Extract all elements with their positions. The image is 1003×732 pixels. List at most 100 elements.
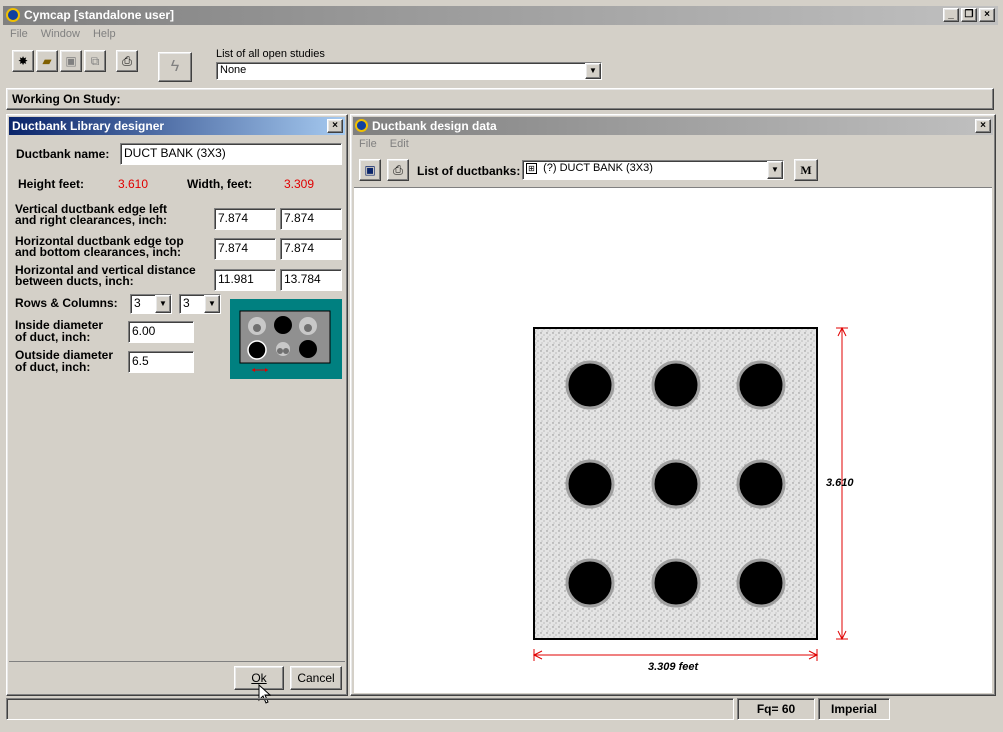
app-title: Cymcap [standalone user]: [24, 8, 175, 22]
floppy-save-icon: ▣: [364, 163, 376, 177]
working-on-bar: Working On Study:: [6, 88, 994, 110]
chevron-down-icon[interactable]: ▼: [204, 295, 220, 313]
cancel-button[interactable]: Cancel: [290, 666, 342, 690]
studies-dropdown-value: None: [220, 64, 247, 76]
duct-distance-v-field[interactable]: 13.784: [280, 269, 342, 291]
vert-clearance-left-value: 7.874: [218, 211, 249, 225]
design-save-button[interactable]: ▣: [359, 159, 381, 181]
ok-button-label: Ok: [251, 671, 267, 685]
duct-distance-h-value: 11.981: [218, 272, 254, 286]
duct: [651, 360, 701, 410]
status-empty-pane: [6, 698, 734, 720]
app-menubar: File Window Help: [10, 28, 126, 40]
units-status: Imperial: [818, 698, 890, 720]
close-button[interactable]: ×: [979, 8, 995, 22]
library-close-button[interactable]: ×: [327, 119, 343, 133]
minimize-button[interactable]: _: [943, 8, 959, 22]
print-button[interactable]: ⎙: [116, 50, 138, 72]
design-menu-edit[interactable]: Edit: [390, 138, 409, 150]
inside-diameter-field[interactable]: 6.00: [128, 321, 194, 343]
design-window: Ductbank design data × File Edit ▣ ⎙ Lis…: [350, 114, 996, 696]
duct-grid: [565, 360, 786, 608]
duct: [736, 558, 786, 608]
design-title: Ductbank design data: [372, 119, 497, 133]
app-logo-icon: [6, 8, 20, 22]
horiz-clearance-top-field[interactable]: 7.874: [214, 238, 276, 260]
ductbank-name-value: DUCT BANK (3X3): [124, 146, 226, 160]
printer-icon: ⎙: [393, 163, 403, 177]
ductbank-list-value: (?) DUCT BANK (3X3): [543, 162, 653, 174]
vert-clearance-left-field[interactable]: 7.874: [214, 208, 276, 230]
ductbank-list-dropdown[interactable]: ⊞ (?) DUCT BANK (3X3) ▼: [522, 160, 784, 180]
cancel-button-label: Cancel: [297, 671, 335, 685]
units-value: Imperial: [830, 702, 878, 716]
columns-select[interactable]: 3 ▼: [179, 294, 221, 314]
horiz-clearance-bottom-field[interactable]: 7.874: [280, 238, 342, 260]
app-titlebar: Cymcap [standalone user] _ ❐ ×: [3, 6, 998, 25]
chevron-down-icon[interactable]: ▼: [767, 161, 783, 179]
rows-value: 3: [134, 296, 141, 310]
save-icon: ▣: [65, 54, 77, 68]
design-logo-icon: [355, 119, 368, 132]
height-value: 3.610: [118, 177, 149, 191]
inside-diameter-label-line2: of duct, inch:: [15, 330, 91, 344]
chevron-down-icon[interactable]: ▼: [585, 63, 601, 79]
lightning-icon: ϟ: [170, 58, 180, 75]
inside-diameter-value: 6.00: [132, 324, 156, 338]
status-bar: Fq= 60 Imperial: [6, 698, 996, 720]
vert-clearance-right-value: 7.874: [284, 211, 315, 225]
save-all-icon: ⧉: [90, 54, 100, 68]
restore-button[interactable]: ❐: [961, 8, 977, 22]
grid-icon: ⊞: [526, 163, 537, 174]
outside-diameter-label-line2: of duct, inch:: [15, 360, 91, 374]
design-close-button[interactable]: ×: [975, 119, 991, 133]
outside-diameter-field[interactable]: 6.5: [128, 351, 194, 373]
new-file-icon: ✸: [17, 54, 29, 68]
vert-clearance-right-field[interactable]: 7.874: [280, 208, 342, 230]
duct: [565, 558, 615, 608]
vert-clearance-label-line2: and right clearances, inch:: [15, 213, 168, 227]
run-button[interactable]: ϟ: [158, 52, 192, 82]
open-folder-icon: ▰: [42, 54, 52, 68]
frequency-value: Fq= 60: [756, 702, 796, 716]
menu-help[interactable]: Help: [93, 28, 116, 40]
frequency-status: Fq= 60: [737, 698, 815, 720]
rows-columns-label: Rows & Columns:: [15, 296, 118, 310]
rows-select[interactable]: 3 ▼: [130, 294, 172, 314]
horiz-clearance-label-line2: and bottom clearances, inch:: [15, 245, 182, 259]
ductbank-drawing: [532, 326, 848, 661]
duct-distance-h-field[interactable]: 11.981: [214, 269, 276, 291]
menu-window[interactable]: Window: [41, 28, 80, 40]
studies-dropdown[interactable]: None ▼: [216, 62, 602, 80]
new-study-button[interactable]: ✸: [12, 50, 34, 72]
design-canvas: 3.610 3.309 feet: [354, 187, 992, 693]
duct: [565, 459, 615, 509]
duct-distance-v-value: 13.784: [284, 272, 321, 286]
m-button[interactable]: M: [794, 159, 818, 181]
design-menu-file[interactable]: File: [359, 138, 377, 150]
outside-diameter-value: 6.5: [132, 354, 149, 368]
duct: [565, 360, 615, 410]
library-title: Ductbank Library designer: [12, 119, 165, 133]
save-study-button[interactable]: ▣: [60, 50, 82, 72]
width-dimension-label: 3.309 feet: [648, 661, 699, 673]
duct: [736, 360, 786, 410]
save-all-button[interactable]: ⧉: [84, 50, 106, 72]
menu-file[interactable]: File: [10, 28, 28, 40]
open-study-button[interactable]: ▰: [36, 50, 58, 72]
design-print-button[interactable]: ⎙: [387, 159, 409, 181]
chevron-down-icon[interactable]: ▼: [155, 295, 171, 313]
printer-icon: ⎙: [122, 54, 132, 68]
studies-label: List of all open studies: [216, 48, 325, 60]
ductbank-name-field[interactable]: DUCT BANK (3X3): [120, 143, 342, 165]
toolbar: ✸ ▰ ▣ ⧉ ⎙ ϟ List of all open studies Non…: [8, 46, 998, 86]
library-titlebar: Ductbank Library designer ×: [9, 117, 345, 135]
duct: [736, 459, 786, 509]
library-window: Ductbank Library designer × Ductbank nam…: [6, 114, 348, 704]
duct-distance-label-line2: between ducts, inch:: [15, 274, 134, 288]
height-dimension-label: 3.610: [826, 477, 854, 489]
width-value: 3.309: [284, 177, 315, 191]
height-label: Height feet:: [18, 177, 84, 191]
horiz-clearance-bottom-value: 7.874: [284, 241, 315, 255]
width-dimension-line: [532, 649, 819, 661]
